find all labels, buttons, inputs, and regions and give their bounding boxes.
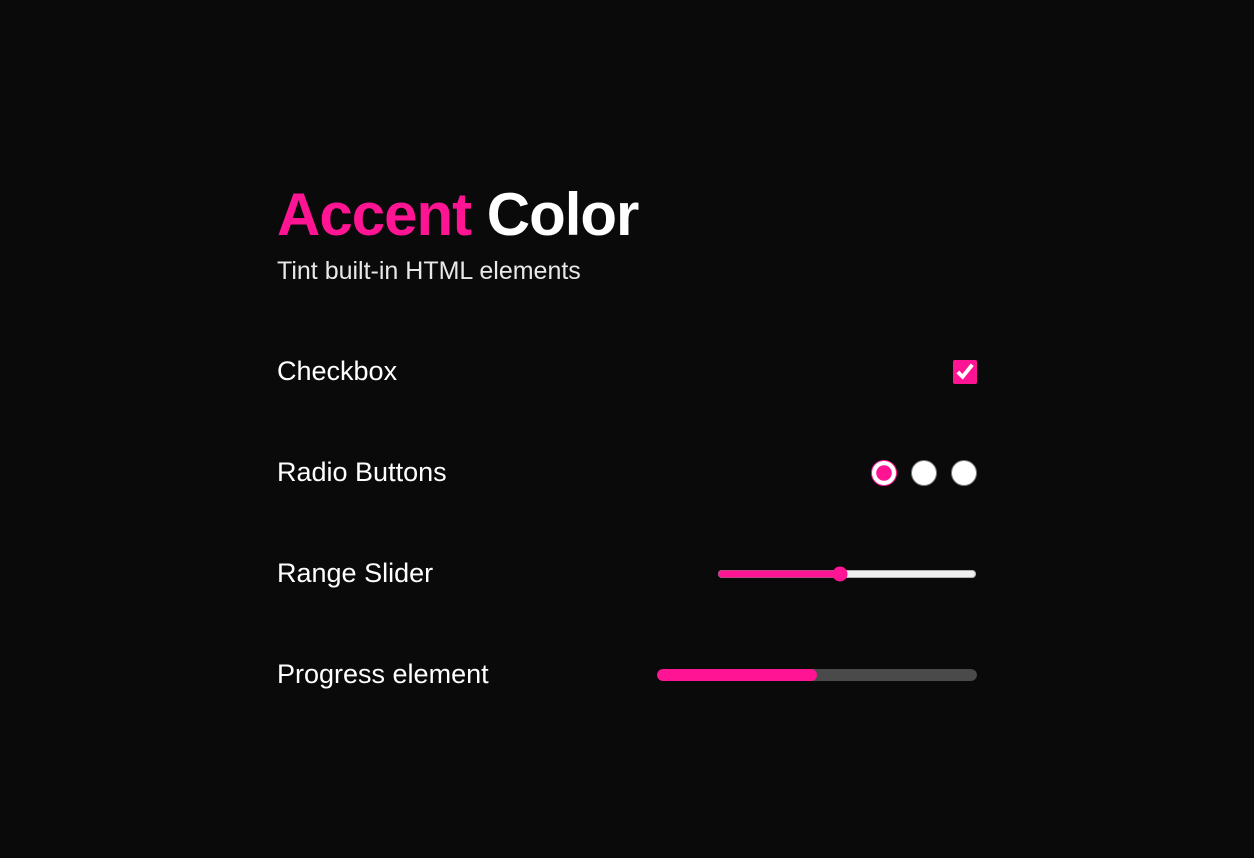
main-container: Accent Color Tint built-in HTML elements… (277, 180, 977, 760)
checkbox-controls (953, 360, 977, 384)
page-subtitle: Tint built-in HTML elements (277, 257, 977, 286)
radio-controls (865, 460, 977, 486)
radio-label: Radio Buttons (277, 457, 447, 488)
progress-row: Progress element (277, 659, 977, 690)
range-row: Range Slider (277, 558, 977, 589)
checkbox-input[interactable] (953, 360, 977, 384)
range-label: Range Slider (277, 558, 433, 589)
range-slider[interactable] (717, 566, 977, 582)
progress-bar (657, 669, 977, 681)
title-color-word: Color (487, 181, 639, 248)
range-controls (717, 566, 977, 582)
radio-option-1[interactable] (871, 460, 897, 486)
checkbox-label: Checkbox (277, 356, 397, 387)
progress-label: Progress element (277, 659, 489, 690)
checkbox-row: Checkbox (277, 356, 977, 387)
page-title: Accent Color (277, 180, 977, 249)
progress-controls (657, 669, 977, 681)
radio-option-2[interactable] (911, 460, 937, 486)
radio-option-3[interactable] (951, 460, 977, 486)
title-accent-word: Accent (277, 181, 471, 248)
radio-row: Radio Buttons (277, 457, 977, 488)
